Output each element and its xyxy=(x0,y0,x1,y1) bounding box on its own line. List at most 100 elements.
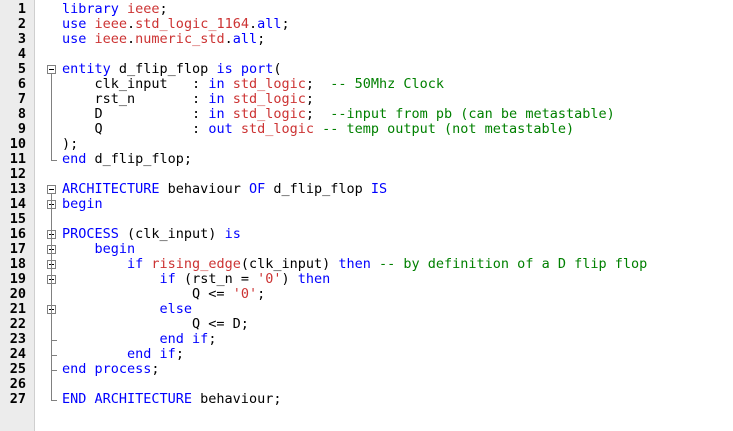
code-token: ; xyxy=(305,76,331,92)
code-token: out xyxy=(208,121,241,137)
code-token: end if xyxy=(159,331,209,347)
code-token: then xyxy=(297,271,331,287)
code-token: '0' xyxy=(232,286,258,302)
code-token: -- 50Mhz Clock xyxy=(330,76,445,92)
code-token: numeric_std xyxy=(135,31,225,47)
code-token: rising_edge xyxy=(151,256,241,272)
code-token: all xyxy=(257,16,282,32)
code-text: end process; xyxy=(62,362,160,377)
code-text: rst_n : in std_logic; xyxy=(62,91,315,107)
code-line[interactable]: 21 else xyxy=(0,302,733,317)
code-token: begin xyxy=(94,241,136,257)
code-text: ); xyxy=(62,137,78,152)
code-token: in xyxy=(208,106,233,122)
code-token: Q : xyxy=(62,121,209,137)
code-line[interactable]: 12 xyxy=(0,167,733,182)
code-token: end process xyxy=(62,361,152,377)
fold-guide-line xyxy=(51,74,52,160)
code-token: (clk_input) xyxy=(240,256,339,272)
code-line[interactable]: 18 if rising_edge(clk_input) then -- by … xyxy=(0,257,733,272)
code-token: then xyxy=(338,256,380,272)
code-line[interactable]: 1 library ieee; xyxy=(0,2,733,17)
code-line[interactable]: 3 use ieee.numeric_std.all; xyxy=(0,32,733,47)
code-token: d_flip_flop xyxy=(118,61,217,77)
line-number: 10 xyxy=(9,136,26,152)
code-text: ARCHITECTURE behaviour OF d_flip_flop IS xyxy=(62,182,387,197)
line-number: 13 xyxy=(9,181,26,197)
code-token: . xyxy=(224,31,233,47)
code-line[interactable]: 27 END ARCHITECTURE behaviour; xyxy=(0,392,733,407)
code-text: library ieee; xyxy=(62,2,176,17)
code-line[interactable]: 16 PROCESS (clk_input) is xyxy=(0,227,733,242)
line-number: 21 xyxy=(9,301,26,317)
code-line[interactable]: 26 xyxy=(0,377,733,392)
code-line[interactable]: 9 Q : out std_logic -- temp output (not … xyxy=(0,122,733,137)
code-line[interactable]: 20 Q <= '0'; xyxy=(0,287,733,302)
code-token: PROCESS xyxy=(62,226,128,242)
code-line[interactable]: 11 end d_flip_flop; xyxy=(0,152,733,167)
code-line[interactable]: 22 Q <= D; xyxy=(0,317,733,332)
line-number: 11 xyxy=(9,151,26,167)
code-text: Q : out std_logic -- temp output (not me… xyxy=(62,121,575,137)
code-line[interactable]: 7 rst_n : in std_logic; xyxy=(0,92,733,107)
code-line[interactable]: 2 use ieee.std_logic_1164.all; xyxy=(0,17,733,32)
line-number: 12 xyxy=(9,166,26,182)
code-token: all xyxy=(232,31,258,47)
code-token: use xyxy=(62,31,95,47)
code-token: ieee xyxy=(94,31,128,47)
code-line[interactable]: 5 entity d_flip_flop is port( xyxy=(0,62,733,77)
code-token: behaviour xyxy=(167,181,249,197)
code-token: END ARCHITECTURE xyxy=(62,391,201,407)
code-token: clk_input : xyxy=(62,76,209,92)
line-number: 25 xyxy=(9,361,26,377)
line-number: 5 xyxy=(17,61,26,77)
code-token: library xyxy=(62,1,128,17)
code-line[interactable]: 10); xyxy=(0,137,733,152)
code-token: in xyxy=(208,76,233,92)
code-token: ; xyxy=(257,31,266,47)
code-token: IS xyxy=(370,181,388,197)
code-line[interactable]: 25 end process; xyxy=(0,362,733,377)
code-line[interactable]: 8 D : in std_logic; --input from pb (can… xyxy=(0,107,733,122)
code-token: std_logic xyxy=(232,106,306,122)
fold-toggle-icon[interactable] xyxy=(47,65,56,74)
line-number: 7 xyxy=(17,91,26,107)
fold-end-tick xyxy=(51,340,57,341)
code-line[interactable]: 13 ARCHITECTURE behaviour OF d_flip_flop … xyxy=(0,182,733,197)
code-line[interactable]: 23 end if; xyxy=(0,332,733,347)
code-text: clk_input : in std_logic; -- 50Mhz Clock xyxy=(62,76,445,92)
line-number: 15 xyxy=(9,211,26,227)
code-line[interactable]: 24 end if; xyxy=(0,347,733,362)
code-line[interactable]: 4 xyxy=(0,47,733,62)
code-token: else xyxy=(159,301,193,317)
code-text: PROCESS (clk_input) is xyxy=(62,227,241,242)
code-token: ; xyxy=(151,361,160,377)
code-token: ; xyxy=(281,16,290,32)
code-token: ieee xyxy=(127,1,160,17)
code-text: end if; xyxy=(62,331,217,347)
code-line[interactable]: 15 xyxy=(0,212,733,227)
code-token: ; xyxy=(305,106,331,122)
code-text: if (rst_n = '0') then xyxy=(62,271,331,287)
code-editor[interactable]: 1 library ieee; 2 use ieee.std_logic_1164.… xyxy=(0,0,733,431)
fold-toggle-icon[interactable] xyxy=(47,185,56,194)
code-text: begin xyxy=(62,241,136,257)
code-token: std_logic xyxy=(240,121,314,137)
code-text: begin xyxy=(62,197,103,212)
line-number: 1 xyxy=(17,1,26,17)
code-line[interactable]: 14 begin xyxy=(0,197,733,212)
code-line[interactable]: 6 clk_input : in std_logic; -- 50Mhz Clo… xyxy=(0,77,733,92)
code-line[interactable]: 19 if (rst_n = '0') then xyxy=(0,272,733,287)
code-text: entity d_flip_flop is port( xyxy=(62,62,282,77)
code-token: std_logic xyxy=(232,91,306,107)
code-token: is port xyxy=(216,61,274,77)
line-number: 22 xyxy=(9,316,26,332)
code-token: ; xyxy=(257,286,266,302)
code-token: d_flip_flop; xyxy=(94,151,193,167)
code-line[interactable]: 17 begin xyxy=(0,242,733,257)
code-token: if xyxy=(127,256,152,272)
line-number: 17 xyxy=(9,241,26,257)
code-token: is xyxy=(224,226,241,242)
